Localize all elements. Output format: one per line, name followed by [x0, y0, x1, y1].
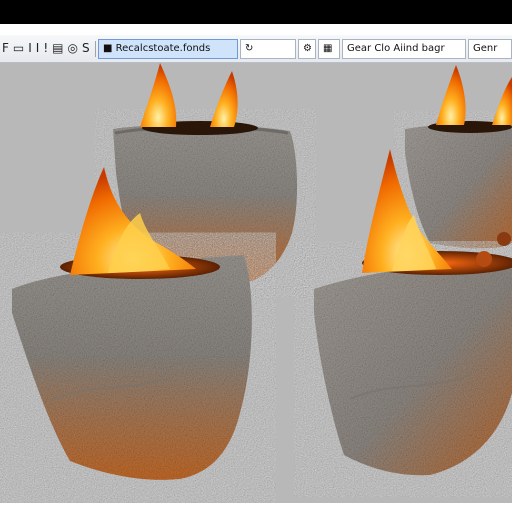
- tool-icons-group: F ▭ I I ! ▤ ◎ S: [2, 41, 90, 55]
- settings-icon: ⚙: [303, 43, 312, 54]
- toolbar-separator: [95, 41, 96, 57]
- bottom-strip: [0, 503, 512, 512]
- active-layer-field[interactable]: ■ Recalcstoate.fonds: [98, 39, 238, 59]
- render-settings-text: Gear Clo Aiind bagr: [347, 43, 445, 54]
- grid-toggle[interactable]: ▦: [318, 39, 340, 59]
- render-viewport[interactable]: [0, 63, 512, 503]
- rotate-icon: ↻: [245, 43, 254, 54]
- tool-label-f[interactable]: F: [2, 41, 9, 55]
- box-icon[interactable]: ▭: [13, 41, 24, 55]
- grid-icon[interactable]: ▤: [52, 41, 63, 55]
- tool-label-i1[interactable]: I: [28, 41, 32, 55]
- top-black-bar: [0, 0, 512, 24]
- viewport-scene: [12, 63, 512, 480]
- grid-toggle-icon: ▦: [323, 43, 333, 54]
- tool-label-i2[interactable]: I: [36, 41, 40, 55]
- active-field-text: Recalcstoate.fonds: [115, 43, 211, 54]
- toggle-field[interactable]: ↻: [240, 39, 296, 59]
- toolbar: F ▭ I I ! ▤ ◎ S ■ Recalcstoate.fonds ↻ ⚙…: [0, 35, 512, 63]
- render-settings-field[interactable]: Gear Clo Aiind bagr: [342, 39, 466, 59]
- general-field-text: Genr: [473, 43, 498, 54]
- general-field[interactable]: Genr: [468, 39, 512, 59]
- tool-label-s[interactable]: S: [82, 41, 90, 55]
- pot-back-right: [405, 65, 512, 249]
- layer-icon: ■: [103, 43, 116, 54]
- tool-label-bang[interactable]: !: [43, 41, 48, 55]
- settings-field[interactable]: ⚙: [298, 39, 316, 59]
- zoom-icon[interactable]: ◎: [68, 41, 78, 55]
